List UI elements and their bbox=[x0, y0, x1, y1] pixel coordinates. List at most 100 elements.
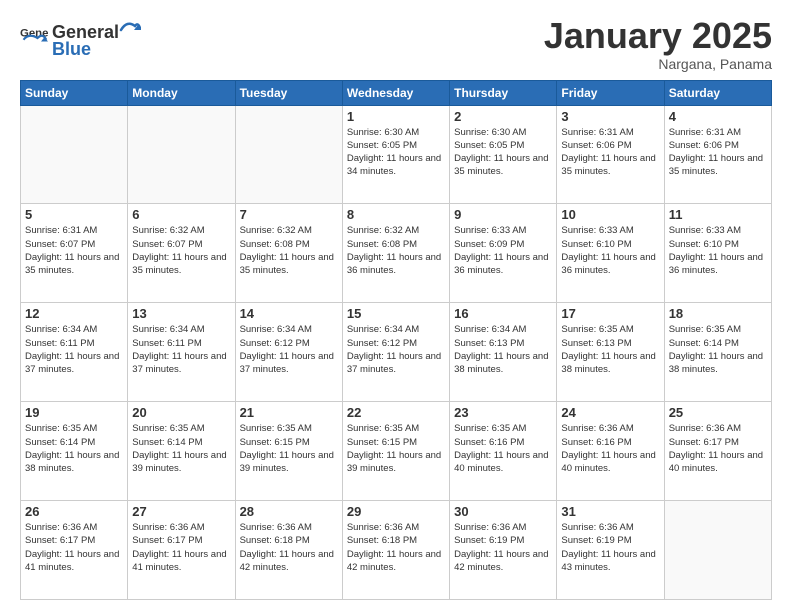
calendar-table: SundayMondayTuesdayWednesdayThursdayFrid… bbox=[20, 80, 772, 600]
day-number: 24 bbox=[561, 405, 659, 420]
day-info: Sunrise: 6:34 AMSunset: 6:12 PMDaylight:… bbox=[240, 324, 334, 375]
calendar-day-cell: 24 Sunrise: 6:36 AMSunset: 6:16 PMDaylig… bbox=[557, 402, 664, 501]
day-info: Sunrise: 6:34 AMSunset: 6:11 PMDaylight:… bbox=[25, 324, 119, 375]
calendar-day-cell: 10 Sunrise: 6:33 AMSunset: 6:10 PMDaylig… bbox=[557, 204, 664, 303]
day-info: Sunrise: 6:36 AMSunset: 6:17 PMDaylight:… bbox=[132, 522, 226, 573]
calendar-day-cell: 1 Sunrise: 6:30 AMSunset: 6:05 PMDayligh… bbox=[342, 105, 449, 204]
day-info: Sunrise: 6:35 AMSunset: 6:13 PMDaylight:… bbox=[561, 324, 655, 375]
day-number: 25 bbox=[669, 405, 767, 420]
day-number: 31 bbox=[561, 504, 659, 519]
day-number: 5 bbox=[25, 207, 123, 222]
day-number: 26 bbox=[25, 504, 123, 519]
calendar-day-cell: 3 Sunrise: 6:31 AMSunset: 6:06 PMDayligh… bbox=[557, 105, 664, 204]
day-info: Sunrise: 6:34 AMSunset: 6:13 PMDaylight:… bbox=[454, 324, 548, 375]
day-number: 23 bbox=[454, 405, 552, 420]
day-number: 13 bbox=[132, 306, 230, 321]
location: Nargana, Panama bbox=[544, 56, 772, 72]
calendar-day-cell: 20 Sunrise: 6:35 AMSunset: 6:14 PMDaylig… bbox=[128, 402, 235, 501]
day-info: Sunrise: 6:32 AMSunset: 6:07 PMDaylight:… bbox=[132, 225, 226, 276]
calendar-day-cell: 13 Sunrise: 6:34 AMSunset: 6:11 PMDaylig… bbox=[128, 303, 235, 402]
calendar-day-cell: 27 Sunrise: 6:36 AMSunset: 6:17 PMDaylig… bbox=[128, 501, 235, 600]
day-number: 1 bbox=[347, 109, 445, 124]
calendar-day-cell: 15 Sunrise: 6:34 AMSunset: 6:12 PMDaylig… bbox=[342, 303, 449, 402]
day-info: Sunrise: 6:30 AMSunset: 6:05 PMDaylight:… bbox=[347, 127, 441, 178]
day-info: Sunrise: 6:36 AMSunset: 6:16 PMDaylight:… bbox=[561, 423, 655, 474]
day-info: Sunrise: 6:33 AMSunset: 6:10 PMDaylight:… bbox=[669, 225, 763, 276]
calendar-day-cell: 31 Sunrise: 6:36 AMSunset: 6:19 PMDaylig… bbox=[557, 501, 664, 600]
day-number: 10 bbox=[561, 207, 659, 222]
day-info: Sunrise: 6:36 AMSunset: 6:18 PMDaylight:… bbox=[347, 522, 441, 573]
calendar-day-cell: 21 Sunrise: 6:35 AMSunset: 6:15 PMDaylig… bbox=[235, 402, 342, 501]
weekday-header: Saturday bbox=[664, 80, 771, 105]
day-info: Sunrise: 6:35 AMSunset: 6:15 PMDaylight:… bbox=[240, 423, 334, 474]
day-number: 30 bbox=[454, 504, 552, 519]
day-info: Sunrise: 6:31 AMSunset: 6:06 PMDaylight:… bbox=[561, 127, 655, 178]
calendar-day-cell: 5 Sunrise: 6:31 AMSunset: 6:07 PMDayligh… bbox=[21, 204, 128, 303]
day-info: Sunrise: 6:35 AMSunset: 6:14 PMDaylight:… bbox=[25, 423, 119, 474]
calendar-day-cell: 26 Sunrise: 6:36 AMSunset: 6:17 PMDaylig… bbox=[21, 501, 128, 600]
calendar-day-cell: 7 Sunrise: 6:32 AMSunset: 6:08 PMDayligh… bbox=[235, 204, 342, 303]
calendar-week-row: 5 Sunrise: 6:31 AMSunset: 6:07 PMDayligh… bbox=[21, 204, 772, 303]
day-info: Sunrise: 6:36 AMSunset: 6:17 PMDaylight:… bbox=[25, 522, 119, 573]
calendar-day-cell: 16 Sunrise: 6:34 AMSunset: 6:13 PMDaylig… bbox=[450, 303, 557, 402]
day-number: 8 bbox=[347, 207, 445, 222]
day-number: 28 bbox=[240, 504, 338, 519]
calendar-day-cell: 25 Sunrise: 6:36 AMSunset: 6:17 PMDaylig… bbox=[664, 402, 771, 501]
day-number: 6 bbox=[132, 207, 230, 222]
header: General General Blue January 2025 Nargan… bbox=[20, 16, 772, 72]
calendar-day-cell: 2 Sunrise: 6:30 AMSunset: 6:05 PMDayligh… bbox=[450, 105, 557, 204]
day-number: 4 bbox=[669, 109, 767, 124]
calendar-day-cell bbox=[235, 105, 342, 204]
calendar-day-cell: 23 Sunrise: 6:35 AMSunset: 6:16 PMDaylig… bbox=[450, 402, 557, 501]
day-info: Sunrise: 6:32 AMSunset: 6:08 PMDaylight:… bbox=[240, 225, 334, 276]
day-number: 15 bbox=[347, 306, 445, 321]
day-number: 16 bbox=[454, 306, 552, 321]
day-number: 18 bbox=[669, 306, 767, 321]
day-number: 12 bbox=[25, 306, 123, 321]
day-number: 19 bbox=[25, 405, 123, 420]
calendar-day-cell: 8 Sunrise: 6:32 AMSunset: 6:08 PMDayligh… bbox=[342, 204, 449, 303]
day-info: Sunrise: 6:33 AMSunset: 6:09 PMDaylight:… bbox=[454, 225, 548, 276]
month-title: January 2025 bbox=[544, 16, 772, 56]
calendar-week-row: 26 Sunrise: 6:36 AMSunset: 6:17 PMDaylig… bbox=[21, 501, 772, 600]
calendar-day-cell: 14 Sunrise: 6:34 AMSunset: 6:12 PMDaylig… bbox=[235, 303, 342, 402]
calendar-day-cell: 30 Sunrise: 6:36 AMSunset: 6:19 PMDaylig… bbox=[450, 501, 557, 600]
day-number: 2 bbox=[454, 109, 552, 124]
weekday-header: Tuesday bbox=[235, 80, 342, 105]
calendar-day-cell: 28 Sunrise: 6:36 AMSunset: 6:18 PMDaylig… bbox=[235, 501, 342, 600]
weekday-header: Wednesday bbox=[342, 80, 449, 105]
logo: General General Blue bbox=[20, 16, 141, 60]
weekday-header: Friday bbox=[557, 80, 664, 105]
day-number: 9 bbox=[454, 207, 552, 222]
day-number: 20 bbox=[132, 405, 230, 420]
calendar-day-cell: 11 Sunrise: 6:33 AMSunset: 6:10 PMDaylig… bbox=[664, 204, 771, 303]
day-info: Sunrise: 6:36 AMSunset: 6:19 PMDaylight:… bbox=[454, 522, 548, 573]
calendar-week-row: 19 Sunrise: 6:35 AMSunset: 6:14 PMDaylig… bbox=[21, 402, 772, 501]
day-number: 22 bbox=[347, 405, 445, 420]
calendar-day-cell: 12 Sunrise: 6:34 AMSunset: 6:11 PMDaylig… bbox=[21, 303, 128, 402]
day-info: Sunrise: 6:35 AMSunset: 6:16 PMDaylight:… bbox=[454, 423, 548, 474]
day-info: Sunrise: 6:35 AMSunset: 6:14 PMDaylight:… bbox=[132, 423, 226, 474]
day-info: Sunrise: 6:35 AMSunset: 6:15 PMDaylight:… bbox=[347, 423, 441, 474]
day-info: Sunrise: 6:35 AMSunset: 6:14 PMDaylight:… bbox=[669, 324, 763, 375]
day-info: Sunrise: 6:31 AMSunset: 6:06 PMDaylight:… bbox=[669, 127, 763, 178]
calendar-day-cell bbox=[21, 105, 128, 204]
calendar-day-cell: 17 Sunrise: 6:35 AMSunset: 6:13 PMDaylig… bbox=[557, 303, 664, 402]
day-number: 27 bbox=[132, 504, 230, 519]
day-number: 14 bbox=[240, 306, 338, 321]
weekday-header: Monday bbox=[128, 80, 235, 105]
calendar-day-cell: 19 Sunrise: 6:35 AMSunset: 6:14 PMDaylig… bbox=[21, 402, 128, 501]
day-number: 21 bbox=[240, 405, 338, 420]
day-info: Sunrise: 6:34 AMSunset: 6:12 PMDaylight:… bbox=[347, 324, 441, 375]
calendar-day-cell: 6 Sunrise: 6:32 AMSunset: 6:07 PMDayligh… bbox=[128, 204, 235, 303]
weekday-header: Sunday bbox=[21, 80, 128, 105]
calendar-week-row: 12 Sunrise: 6:34 AMSunset: 6:11 PMDaylig… bbox=[21, 303, 772, 402]
page: General General Blue January 2025 Nargan… bbox=[0, 0, 792, 612]
calendar-day-cell: 4 Sunrise: 6:31 AMSunset: 6:06 PMDayligh… bbox=[664, 105, 771, 204]
day-number: 11 bbox=[669, 207, 767, 222]
calendar-header-row: SundayMondayTuesdayWednesdayThursdayFrid… bbox=[21, 80, 772, 105]
calendar-day-cell: 22 Sunrise: 6:35 AMSunset: 6:15 PMDaylig… bbox=[342, 402, 449, 501]
day-number: 29 bbox=[347, 504, 445, 519]
calendar-day-cell bbox=[664, 501, 771, 600]
day-number: 7 bbox=[240, 207, 338, 222]
